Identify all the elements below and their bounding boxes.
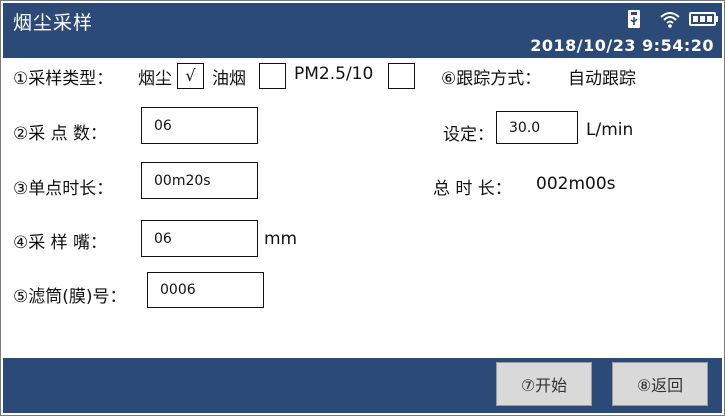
start-button[interactable]: ⑦开始 [496, 362, 592, 406]
flow-setting-input[interactable]: 30.0 [496, 111, 578, 144]
sample-points-input[interactable]: 06 [141, 107, 258, 144]
filter-number-label: ⑤滤筒(膜)号： [13, 287, 127, 307]
point-duration-input[interactable]: 00m20s [141, 162, 258, 199]
battery-icon [689, 12, 718, 26]
flow-setting-label: 设定： [443, 125, 494, 145]
title-bar: 烟尘采样 2018/10/23 9:54:20 [3, 3, 722, 58]
screen-frame: 烟尘采样 2018/10/23 9:54:20 ①采样类型： 烟尘 √ 油烟 P [0, 0, 725, 416]
nozzle-label: ④采 样 嘴： [13, 233, 108, 253]
flow-setting-unit: L/min [586, 120, 634, 140]
nozzle-input[interactable]: 06 [141, 220, 258, 257]
sample-type-oil-checkbox[interactable] [259, 63, 286, 89]
usb-icon [628, 10, 640, 28]
sample-type-option-oil-label: 油烟 [212, 69, 246, 89]
filter-number-input[interactable]: 0006 [147, 272, 264, 308]
tracking-mode-value[interactable]: 自动跟踪 [568, 64, 636, 89]
nozzle-unit: mm [264, 229, 298, 249]
tracking-mode-label: ⑥跟踪方式： [441, 69, 542, 89]
footer-bar: ⑦开始 ⑧返回 [3, 358, 722, 413]
total-duration-value: 002m00s [536, 174, 616, 194]
sampling-form: ①采样类型： 烟尘 √ 油烟 PM2.5/10 ⑥跟踪方式： 自动跟踪 ②采 点… [3, 58, 722, 358]
datetime-display: 2018/10/23 9:54:20 [530, 36, 714, 55]
sample-type-option-dust-label: 烟尘 [138, 69, 172, 89]
wifi-icon [660, 12, 680, 28]
total-duration-label: 总 时 长： [433, 179, 512, 199]
sample-points-label: ②采 点 数： [13, 124, 108, 144]
point-duration-label: ③单点时长： [13, 179, 114, 199]
back-button[interactable]: ⑧返回 [612, 362, 708, 406]
sample-type-option-pm-label: PM2.5/10 [294, 64, 374, 84]
sample-type-dust-checkbox[interactable]: √ [177, 63, 204, 89]
sample-type-pm-checkbox[interactable] [388, 63, 415, 89]
sample-type-label: ①采样类型： [13, 69, 114, 89]
page-title: 烟尘采样 [13, 12, 94, 34]
